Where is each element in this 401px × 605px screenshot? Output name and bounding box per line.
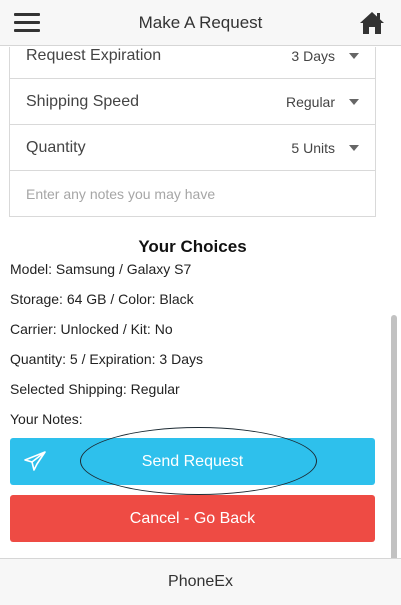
request-form: Request Expiration 3 Days Shipping Speed… [9, 47, 376, 217]
choice-notes: Your Notes: [10, 411, 83, 427]
app-header: Make A Request [0, 0, 401, 46]
choice-storage-color: Storage: 64 GB / Color: Black [10, 291, 194, 307]
cancel-go-back-button[interactable]: Cancel - Go Back [10, 495, 375, 542]
hamburger-menu-icon[interactable] [14, 12, 40, 34]
request-expiration-select[interactable]: Request Expiration 3 Days [10, 47, 375, 79]
your-choices-heading: Your Choices [138, 237, 247, 256]
choice-shipping: Selected Shipping: Regular [10, 381, 180, 397]
scrollbar[interactable] [391, 315, 397, 558]
shipping-speed-label: Shipping Speed [26, 92, 139, 110]
shipping-speed-select[interactable]: Shipping Speed Regular [10, 79, 375, 125]
send-request-button[interactable]: Send Request [10, 438, 375, 485]
paper-plane-icon [24, 451, 46, 471]
chevron-down-icon [349, 145, 359, 151]
notes-input[interactable]: Enter any notes you may have [10, 171, 375, 216]
choice-quantity-expiration: Quantity: 5 / Expiration: 3 Days [10, 351, 203, 367]
cancel-label: Cancel - Go Back [129, 509, 256, 527]
choice-carrier-kit: Carrier: Unlocked / Kit: No [10, 321, 173, 337]
choice-model: Model: Samsung / Galaxy S7 [10, 261, 192, 277]
request-expiration-label: Request Expiration [26, 47, 162, 64]
chevron-down-icon [349, 99, 359, 105]
quantity-label: Quantity [26, 138, 86, 156]
footer-brand: PhoneEx [168, 573, 233, 590]
quantity-value: 5 Units [291, 139, 335, 156]
app-footer: PhoneEx [0, 558, 401, 605]
notes-placeholder: Enter any notes you may have [26, 185, 216, 202]
send-request-label: Send Request [141, 452, 244, 470]
page-title: Make A Request [138, 12, 263, 32]
main-content: Request Expiration 3 Days Shipping Speed… [0, 47, 401, 558]
home-icon[interactable] [359, 10, 385, 36]
chevron-down-icon [349, 53, 359, 59]
shipping-speed-value: Regular [285, 93, 335, 110]
quantity-select[interactable]: Quantity 5 Units [10, 125, 375, 171]
request-expiration-value: 3 Days [291, 47, 335, 64]
